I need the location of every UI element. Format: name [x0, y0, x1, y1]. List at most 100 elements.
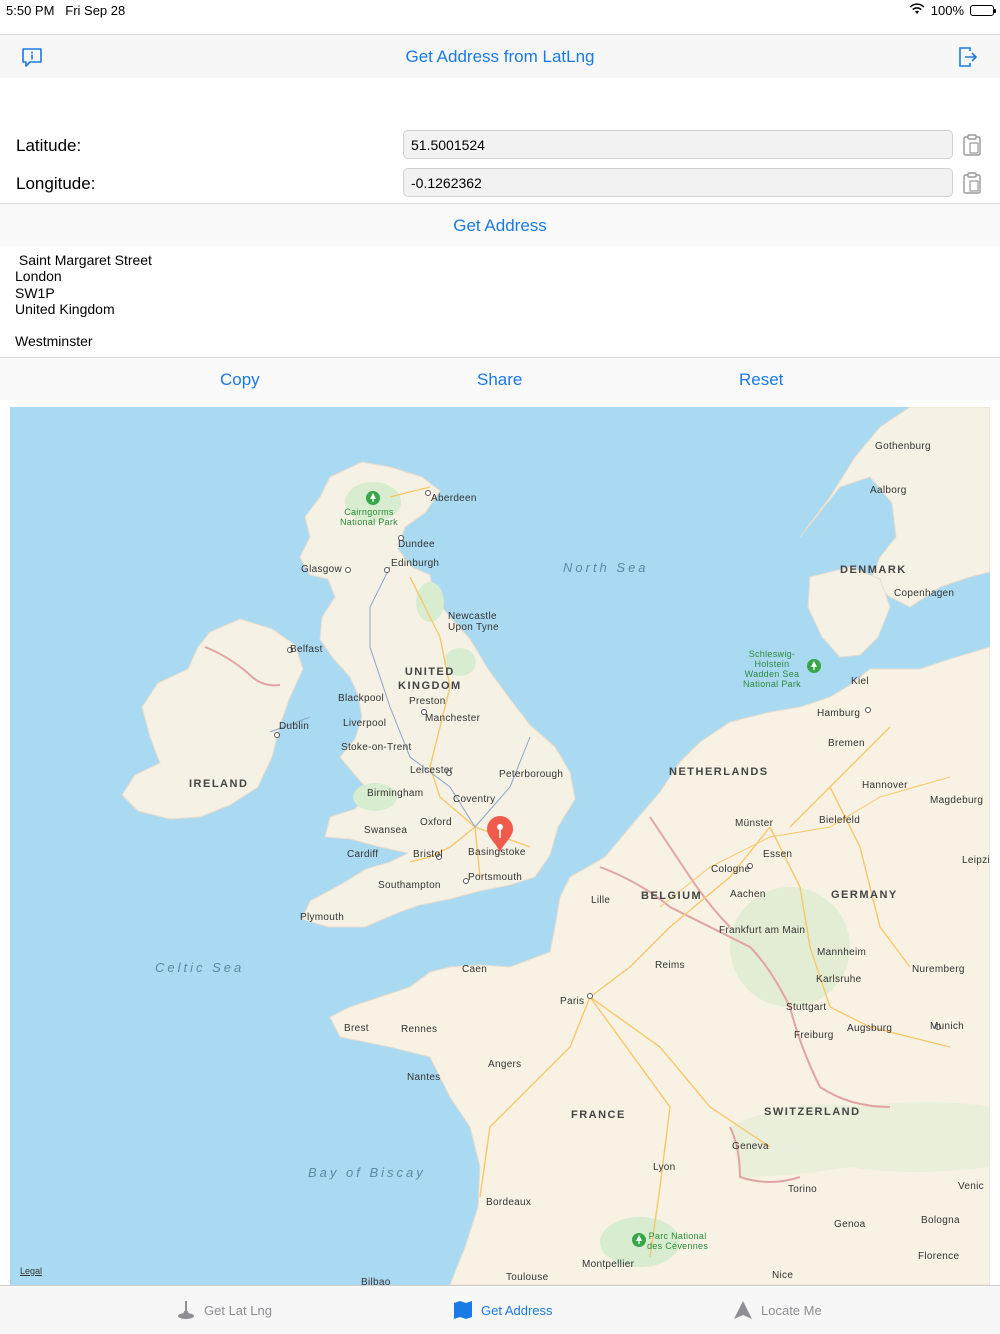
battery-icon [970, 5, 996, 16]
map-label: Cardiff [347, 849, 379, 860]
status-right: 100% [909, 3, 996, 18]
map-label: Peterborough [499, 769, 564, 780]
city-marker [865, 707, 871, 713]
city-marker [384, 567, 390, 573]
city-marker [274, 732, 280, 738]
location-pin-icon[interactable] [486, 815, 514, 853]
tab-label: Get Address [481, 1302, 553, 1318]
map-label: Bielefeld [819, 815, 861, 826]
map-label: Liverpool [343, 718, 387, 729]
map-label: Nuremberg [912, 964, 965, 975]
map-label: Stoke-on-Trent [341, 742, 412, 753]
map-label: Venic [958, 1181, 984, 1192]
map-label: Blackpool [338, 693, 385, 704]
map-label: Birmingham [367, 788, 424, 799]
map-label: Newcastle Upon Tyne [448, 611, 499, 633]
map-label: Genoa [834, 1219, 866, 1230]
tab-get-lat-lng[interactable]: Get Lat Lng [176, 1300, 272, 1320]
map-label: Dublin [279, 721, 310, 732]
map-label: GERMANY [831, 889, 898, 901]
map-label: IRELAND [189, 778, 249, 790]
tab-label: Get Lat Lng [204, 1302, 272, 1318]
map-label: Swansea [364, 825, 408, 836]
location-arrow-icon [733, 1300, 753, 1320]
map-view[interactable]: Gothenburg Aalborg Aberdeen Dundee Glasg… [10, 407, 990, 1285]
map-label: Aalborg [870, 485, 907, 496]
map-label: Plymouth [300, 912, 345, 923]
map-label: Belfast [290, 644, 323, 655]
map-label: North Sea [563, 560, 649, 575]
map-icon [453, 1300, 473, 1320]
map-label: Lyon [653, 1162, 676, 1173]
reset-button[interactable]: Reset [739, 370, 783, 390]
map-label: Bilbao [361, 1277, 391, 1285]
map-label: Essen [763, 849, 793, 860]
tab-label: Locate Me [761, 1302, 822, 1318]
longitude-row: Longitude: [0, 168, 1000, 202]
paste-icon[interactable] [962, 172, 982, 194]
longitude-input[interactable] [403, 168, 953, 197]
map-label: Augsburg [847, 1023, 893, 1034]
tab-get-address[interactable]: Get Address [453, 1300, 553, 1320]
map-label: Schleswig- Holstein Wadden Sea National … [743, 649, 801, 689]
map-label: Florence [918, 1251, 960, 1262]
map-label: Nantes [407, 1072, 441, 1083]
map-label: Freiburg [794, 1030, 834, 1041]
map-label: Celtic Sea [155, 960, 245, 975]
get-address-bar: Get Address [0, 204, 1000, 246]
map-label: Aachen [730, 889, 766, 900]
city-marker [345, 567, 351, 573]
map-label: Aberdeen [431, 493, 477, 504]
status-bar: 5:50 PM Fri Sep 28 100% [0, 0, 1000, 34]
map-label: Leipzi [962, 855, 990, 866]
copy-button[interactable]: Copy [220, 370, 260, 390]
map-label: Geneva [732, 1141, 769, 1152]
share-button[interactable]: Share [477, 370, 522, 390]
map-label: BELGIUM [641, 890, 703, 902]
latitude-label: Latitude: [16, 136, 82, 155]
battery-percent: 100% [930, 3, 964, 18]
map-label: Lille [591, 895, 611, 906]
map-label: Nice [772, 1270, 794, 1281]
map-label: Edinburgh [391, 558, 440, 569]
map-label: Bordeaux [486, 1197, 532, 1208]
map-label: Paris [560, 996, 585, 1007]
map-label: Bremen [828, 738, 865, 749]
map-legal-link[interactable]: Legal [20, 1266, 42, 1276]
map-label: Coventry [453, 794, 496, 805]
get-address-button[interactable]: Get Address [0, 216, 1000, 236]
map-label: Frankfurt am Main [719, 925, 806, 936]
map-label: Glasgow [301, 564, 343, 575]
city-marker [587, 993, 593, 999]
map-label: Rennes [401, 1024, 438, 1035]
map-label: Portsmouth [468, 872, 523, 883]
map-label: Gothenburg [875, 441, 931, 452]
map-label: Mannheim [817, 947, 867, 958]
map-label: Cologne [711, 864, 751, 875]
latitude-row: Latitude: [0, 130, 1000, 164]
map-label: Brest [344, 1023, 369, 1034]
paste-icon[interactable] [962, 134, 982, 156]
pin-stand-icon [176, 1300, 196, 1320]
action-bar: Copy Share Reset [0, 358, 1000, 400]
tab-bar: Get Lat Lng Get Address Locate Me [0, 1285, 1000, 1334]
logout-icon[interactable] [956, 45, 980, 69]
map-label: Manchester [425, 713, 481, 724]
map-label: UNITED KINGDOM [398, 666, 462, 692]
map-label: Torino [788, 1184, 818, 1195]
map-label: Hamburg [817, 708, 861, 719]
map-label: DENMARK [840, 564, 907, 576]
tab-locate-me[interactable]: Locate Me [733, 1300, 822, 1320]
status-time: 5:50 PM Fri Sep 28 [6, 3, 126, 18]
map-label: Preston [409, 696, 446, 707]
map-label: Montpellier [582, 1259, 635, 1270]
map-label: Southampton [378, 880, 441, 891]
latitude-input[interactable] [403, 130, 953, 159]
map-label: Hannover [862, 780, 908, 791]
page-title: Get Address from LatLng [405, 47, 595, 66]
map-label: Toulouse [506, 1272, 549, 1283]
map-label: Stuttgart [786, 1002, 827, 1013]
wifi-icon [909, 3, 925, 18]
map-label: Bay of Biscay [308, 1165, 426, 1180]
map-label: Magdeburg [930, 795, 984, 806]
